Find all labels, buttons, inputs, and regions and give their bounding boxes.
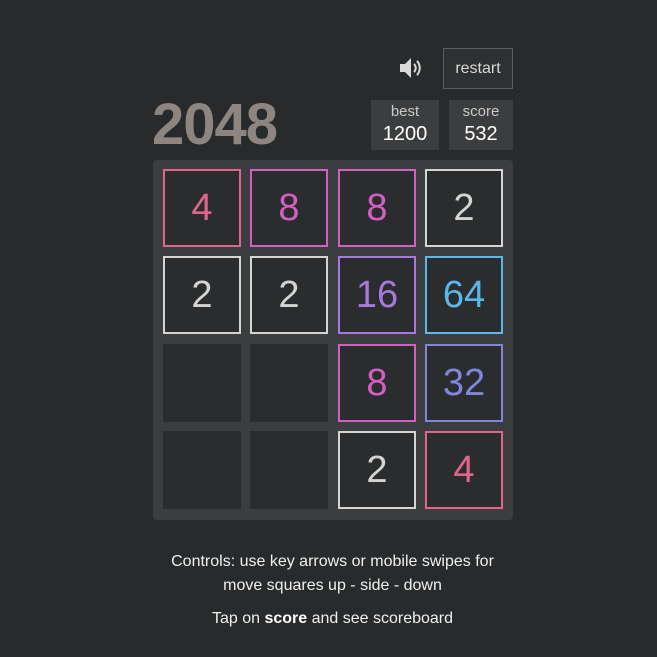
- scoreboard-hint-suffix: and see scoreboard: [307, 610, 454, 627]
- board-tile: 2: [163, 256, 241, 334]
- controls-line-2: move squares up - side - down: [223, 577, 442, 594]
- restart-button[interactable]: restart: [443, 48, 513, 89]
- game-board[interactable]: 4 8 8 2 2 2 16 64 8 32 2 4: [153, 160, 513, 520]
- current-score-box[interactable]: score 532: [449, 100, 513, 150]
- current-score-value: 532: [464, 123, 498, 145]
- scoreboard-hint-score-word: score: [264, 610, 308, 627]
- current-score-label: score: [462, 103, 500, 120]
- empty-cell: [163, 344, 241, 422]
- controls-help-text: Controls: use key arrows or mobile swipe…: [0, 550, 657, 598]
- best-score-label: best: [390, 103, 420, 120]
- board-tile: 8: [338, 344, 416, 422]
- board-tile: 2: [250, 256, 328, 334]
- sound-toggle-button[interactable]: [396, 54, 426, 82]
- best-score-box: best 1200: [371, 100, 439, 150]
- speaker-icon: [400, 58, 421, 78]
- board-tile: 4: [163, 169, 241, 247]
- empty-cell: [250, 344, 328, 422]
- board-tile: 4: [425, 431, 503, 509]
- board-tile: 64: [425, 256, 503, 334]
- empty-cell: [250, 431, 328, 509]
- board-tile: 8: [338, 169, 416, 247]
- controls-line-1: Controls: use key arrows or mobile swipe…: [171, 553, 494, 570]
- game-title: 2048: [152, 92, 278, 157]
- board-tile: 16: [338, 256, 416, 334]
- board-tile: 2: [425, 169, 503, 247]
- board-tile: 2: [338, 431, 416, 509]
- board-tile: 32: [425, 344, 503, 422]
- game-page: restart 2048 best 1200 score 532 4882221…: [0, 0, 657, 657]
- best-score-value: 1200: [382, 123, 428, 145]
- board-tile: 8: [250, 169, 328, 247]
- scoreboard-hint-prefix: Tap on: [211, 610, 265, 627]
- empty-cell: [163, 431, 241, 509]
- scoreboard-hint: Tap on score and see scoreboard: [0, 608, 657, 630]
